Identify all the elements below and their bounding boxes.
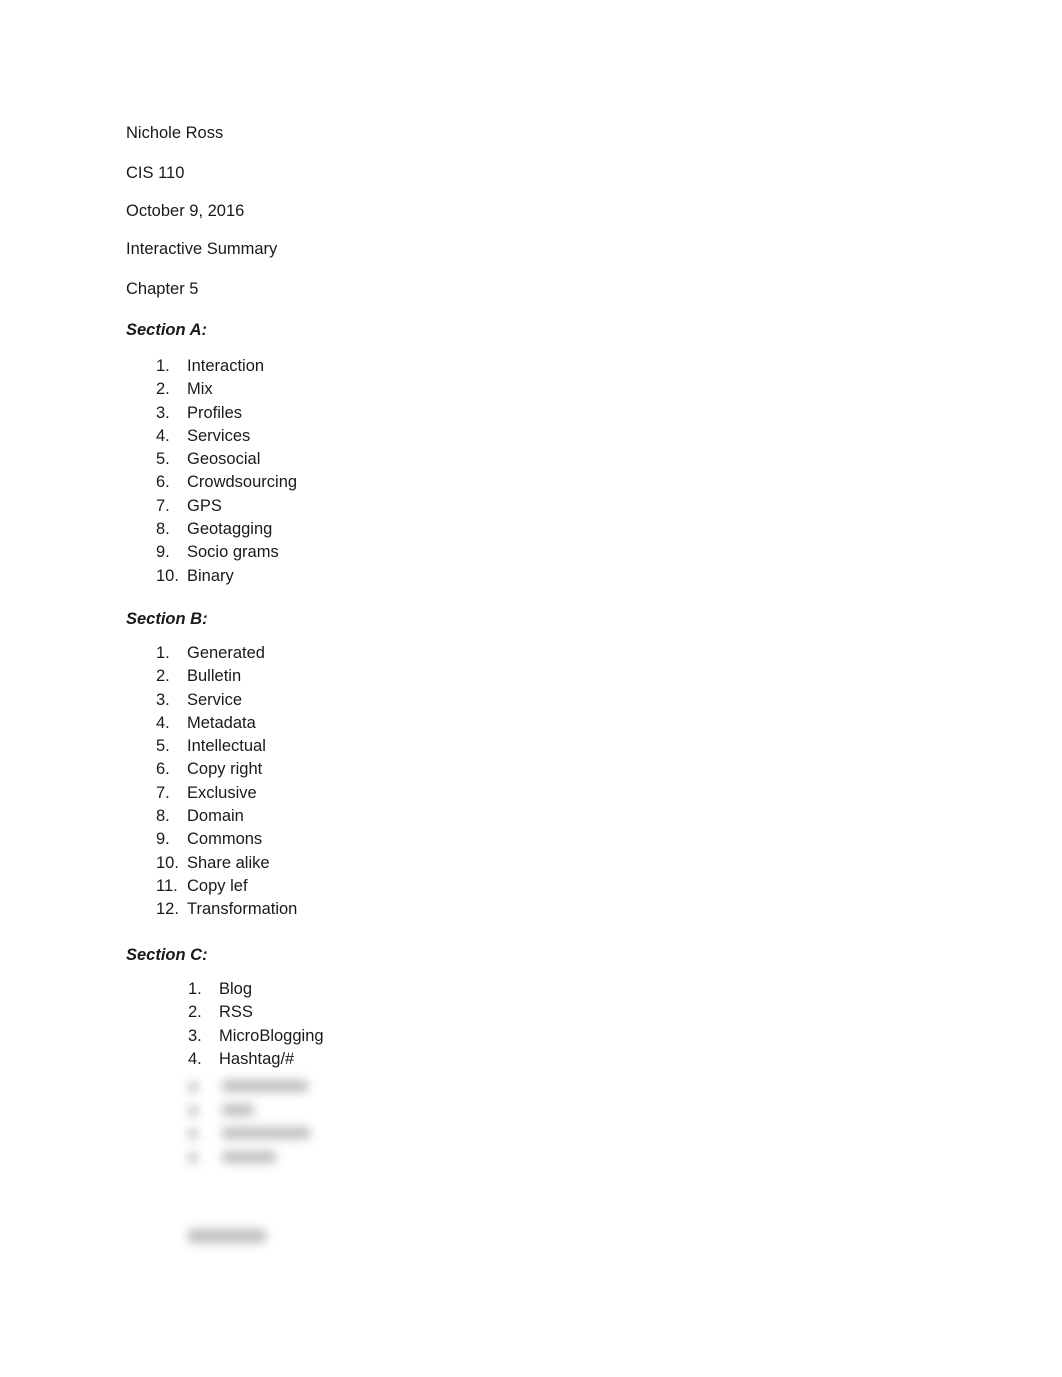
- blurred-line: [188, 1129, 198, 1139]
- list-item-number: 9.: [156, 543, 170, 562]
- section-a-heading: Section A:: [126, 321, 207, 339]
- list-item-text: Metadata: [187, 713, 256, 732]
- list-item: 3. MicroBlogging: [188, 1025, 324, 1048]
- list-item-number: 12.: [156, 900, 179, 919]
- list-item: 4. Metadata: [156, 712, 297, 735]
- list-item: 3. Profiles: [156, 402, 297, 425]
- list-item-text: MicroBlogging: [219, 1026, 324, 1045]
- blurred-line: [188, 1082, 198, 1092]
- list-item-text: GPS: [187, 496, 222, 515]
- list-item-text: Services: [187, 426, 251, 445]
- list-item-text: Profiles: [187, 403, 243, 422]
- blurred-line: [222, 1127, 310, 1139]
- document-page: Nichole Ross CIS 110 October 9, 2016 Int…: [0, 0, 1062, 1377]
- list-item-number: 2.: [156, 380, 170, 399]
- list-item-text: Intellectual: [187, 737, 266, 756]
- list-item-number: 6.: [156, 760, 170, 779]
- list-item-text: Bulletin: [187, 667, 242, 686]
- list-item-number: 7.: [156, 496, 170, 515]
- list-item: 9. Commons: [156, 828, 297, 851]
- list-item-number: 4.: [156, 713, 170, 732]
- section-c-heading: Section C:: [126, 946, 208, 964]
- list-item: 11. Copy lef: [156, 875, 297, 898]
- list-item: 2. Bulletin: [156, 665, 297, 688]
- section-c-list: 1. Blog 2. RSS 3. MicroBlogging 4. Hashtag/#: [188, 978, 324, 1071]
- list-item-number: 5.: [156, 450, 170, 469]
- list-item: 1. Blog: [188, 978, 324, 1001]
- list-item: 5. Intellectual: [156, 735, 297, 758]
- assignment-title: Interactive Summary: [126, 240, 278, 258]
- list-item: 8. Geotagging: [156, 518, 297, 541]
- list-item-text: Commons: [187, 830, 263, 849]
- list-item: 5. Geosocial: [156, 448, 297, 471]
- list-item-text: Generated: [187, 644, 265, 662]
- list-item-number: 7.: [156, 783, 170, 802]
- list-item: 6. Copy right: [156, 758, 297, 781]
- blurred-line: [188, 1153, 198, 1163]
- list-item-text: Blog: [219, 980, 253, 998]
- course-name: CIS 110: [126, 164, 185, 182]
- section-a-list: 1. Interaction 2. Mix 3. Profiles 4. Services 5.…: [156, 355, 297, 588]
- list-item: 2. Mix: [156, 378, 297, 401]
- list-item: 6. Crowdsourcing: [156, 471, 297, 494]
- list-item-number: 2.: [156, 667, 170, 686]
- list-item-number: 3.: [156, 403, 170, 422]
- list-item-text: Copy right: [187, 760, 263, 779]
- blurred-line: [188, 1106, 198, 1116]
- list-item-number: 1.: [156, 644, 170, 662]
- list-item-number: 8.: [156, 807, 170, 826]
- list-item: 4. Hashtag/#: [188, 1048, 324, 1071]
- list-item-text: Copy lef: [187, 876, 248, 895]
- blurred-line: [222, 1104, 254, 1116]
- list-item-number: 6.: [156, 473, 170, 492]
- blurred-heading: [188, 1229, 266, 1243]
- list-item: 3. Service: [156, 689, 297, 712]
- list-item: 10. Binary: [156, 565, 297, 588]
- list-item-text: Geosocial: [187, 450, 261, 469]
- chapter-label: Chapter 5: [126, 280, 199, 298]
- list-item-text: Crowdsourcing: [187, 473, 298, 492]
- list-item-number: 4.: [156, 426, 170, 445]
- list-item-number: 1.: [188, 980, 202, 998]
- list-item: 1. Generated: [156, 642, 297, 665]
- list-item-number: 3.: [156, 690, 170, 709]
- list-item: 9. Socio grams: [156, 541, 297, 564]
- list-item-number: 3.: [188, 1026, 202, 1045]
- list-item: 2. RSS: [188, 1001, 324, 1024]
- list-item-text: Socio grams: [187, 543, 279, 562]
- blurred-line: [222, 1080, 308, 1092]
- list-item-number: 11.: [156, 876, 178, 895]
- document-date: October 9, 2016: [126, 202, 245, 220]
- list-item-text: Hashtag/#: [219, 1049, 295, 1068]
- list-item-text: Mix: [187, 380, 213, 399]
- list-item-text: RSS: [219, 1003, 253, 1022]
- list-item: 8. Domain: [156, 805, 297, 828]
- list-item-text: Share alike: [187, 853, 270, 872]
- list-item-text: Transformation: [187, 900, 298, 919]
- list-item: 1. Interaction: [156, 355, 297, 378]
- list-item: 7. Exclusive: [156, 782, 297, 805]
- list-item-number: 10.: [156, 853, 179, 872]
- section-b-heading: Section B:: [126, 610, 208, 628]
- list-item-number: 8.: [156, 520, 170, 539]
- list-item-number: 2.: [188, 1003, 202, 1022]
- list-item: 7. GPS: [156, 495, 297, 518]
- list-item-number: 10.: [156, 566, 179, 585]
- list-item-number: 9.: [156, 830, 170, 849]
- list-item-number: 1.: [156, 357, 170, 375]
- list-item-number: 4.: [188, 1049, 202, 1068]
- list-item-text: Interaction: [187, 357, 265, 375]
- section-b-list: 1. Generated 2. Bulletin 3. Service 4. Metadata…: [156, 642, 297, 922]
- list-item-text: Domain: [187, 807, 244, 826]
- list-item-text: Exclusive: [187, 783, 257, 802]
- list-item-text: Geotagging: [187, 520, 273, 539]
- list-item-number: 5.: [156, 737, 170, 756]
- list-item: 12. Transformation: [156, 898, 297, 921]
- list-item: 10. Share alike: [156, 852, 297, 875]
- list-item-text: Binary: [187, 566, 234, 585]
- list-item-text: Service: [187, 690, 243, 709]
- list-item: 4. Services: [156, 425, 297, 448]
- author-name: Nichole Ross: [126, 124, 224, 142]
- blurred-line: [222, 1151, 276, 1163]
